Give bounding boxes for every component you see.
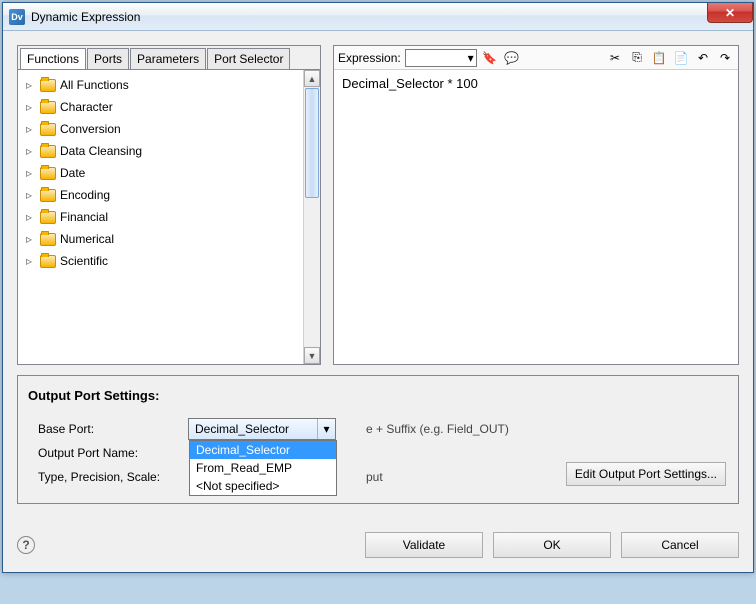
expand-icon[interactable]: ▹ bbox=[26, 100, 36, 114]
tree-item[interactable]: ▹ Numerical bbox=[20, 228, 301, 250]
type-precision-scale-label: Type, Precision, Scale: bbox=[28, 470, 188, 484]
tree-item-label: All Functions bbox=[60, 78, 129, 92]
expand-icon[interactable]: ▹ bbox=[26, 144, 36, 158]
expand-icon[interactable]: ▹ bbox=[26, 78, 36, 92]
left-panel: Functions Ports Parameters Port Selector… bbox=[17, 45, 321, 365]
tree-item-label: Data Cleansing bbox=[60, 144, 142, 158]
expression-editor[interactable]: Decimal_Selector * 100 bbox=[334, 70, 738, 364]
output-port-name-label: Output Port Name: bbox=[28, 446, 188, 460]
help-button[interactable]: ? bbox=[17, 536, 35, 554]
ok-button[interactable]: OK bbox=[493, 532, 611, 558]
tab-strip: Functions Ports Parameters Port Selector bbox=[18, 46, 320, 70]
tree-item-label: Encoding bbox=[60, 188, 110, 202]
expand-icon[interactable]: ▹ bbox=[26, 122, 36, 136]
paste-icon[interactable]: 📋 bbox=[651, 50, 667, 66]
undo-icon[interactable]: ↶ bbox=[695, 50, 711, 66]
base-port-row: Base Port: Decimal_Selector ▾ Decimal_Se… bbox=[28, 417, 728, 441]
tree-item[interactable]: ▹ Data Cleansing bbox=[20, 140, 301, 162]
tree-item[interactable]: ▹ Conversion bbox=[20, 118, 301, 140]
dropdown-option[interactable]: <Not specified> bbox=[190, 477, 336, 495]
expand-icon[interactable]: ▹ bbox=[26, 232, 36, 246]
splitter[interactable] bbox=[325, 45, 329, 365]
dialog-content: Functions Ports Parameters Port Selector… bbox=[3, 31, 753, 518]
tree-item-label: Numerical bbox=[60, 232, 114, 246]
tree-item-label: Character bbox=[60, 100, 113, 114]
folder-icon bbox=[40, 211, 56, 224]
tree-item-label: Date bbox=[60, 166, 85, 180]
tree-item-label: Financial bbox=[60, 210, 108, 224]
folder-icon bbox=[40, 145, 56, 158]
tag-icon[interactable]: 🔖 bbox=[482, 50, 498, 66]
folder-icon bbox=[40, 167, 56, 180]
tree-item[interactable]: ▹ Character bbox=[20, 96, 301, 118]
top-row: Functions Ports Parameters Port Selector… bbox=[17, 45, 739, 365]
expand-icon[interactable]: ▹ bbox=[26, 210, 36, 224]
clipboard-icon[interactable]: 📄 bbox=[673, 50, 689, 66]
tab-functions[interactable]: Functions bbox=[20, 48, 86, 69]
tree-item-label: Conversion bbox=[60, 122, 121, 136]
settings-title: Output Port Settings: bbox=[28, 388, 728, 403]
validate-button[interactable]: Validate bbox=[365, 532, 483, 558]
expression-label: Expression: bbox=[338, 51, 401, 65]
tree-item[interactable]: ▹ Encoding bbox=[20, 184, 301, 206]
expression-toolbar: Expression: ▾ 🔖 💬 ✂ ⎘ 📋 📄 ↶ ↷ bbox=[334, 46, 738, 70]
base-port-dropdown-list[interactable]: Decimal_Selector From_Read_EMP <Not spec… bbox=[189, 440, 337, 496]
folder-icon bbox=[40, 123, 56, 136]
folder-icon bbox=[40, 101, 56, 114]
output-port-settings-panel: Output Port Settings: Base Port: Decimal… bbox=[17, 375, 739, 504]
tab-parameters[interactable]: Parameters bbox=[130, 48, 206, 69]
redo-icon[interactable]: ↷ bbox=[717, 50, 733, 66]
chevron-down-icon: ▾ bbox=[468, 51, 474, 65]
close-button[interactable]: ✕ bbox=[707, 3, 753, 23]
dialog-window: Dv Dynamic Expression ✕ Functions Ports … bbox=[2, 2, 754, 573]
folder-icon bbox=[40, 189, 56, 202]
scroll-thumb[interactable] bbox=[305, 88, 319, 198]
folder-icon bbox=[40, 79, 56, 92]
tree-item[interactable]: ▹ Financial bbox=[20, 206, 301, 228]
cut-icon[interactable]: ✂ bbox=[607, 50, 623, 66]
titlebar[interactable]: Dv Dynamic Expression ✕ bbox=[3, 3, 753, 31]
expression-combo[interactable]: ▾ bbox=[405, 49, 477, 67]
expand-icon[interactable]: ▹ bbox=[26, 254, 36, 268]
copy-icon[interactable]: ⎘ bbox=[629, 50, 645, 66]
dropdown-option[interactable]: Decimal_Selector bbox=[190, 441, 336, 459]
scroll-track[interactable] bbox=[304, 199, 320, 347]
tab-port-selector[interactable]: Port Selector bbox=[207, 48, 290, 69]
expand-icon[interactable]: ▹ bbox=[26, 166, 36, 180]
tree-item[interactable]: ▹ All Functions bbox=[20, 74, 301, 96]
scroll-up-button[interactable]: ▲ bbox=[304, 70, 320, 87]
base-port-combo[interactable]: Decimal_Selector ▾ Decimal_Selector From… bbox=[188, 418, 336, 440]
right-panel: Expression: ▾ 🔖 💬 ✂ ⎘ 📋 📄 ↶ ↷ Decimal_Se… bbox=[333, 45, 739, 365]
folder-icon bbox=[40, 255, 56, 268]
vertical-scrollbar[interactable]: ▲ ▼ bbox=[303, 70, 320, 364]
app-icon: Dv bbox=[9, 9, 25, 25]
comment-icon[interactable]: 💬 bbox=[504, 50, 520, 66]
tree-item-label: Scientific bbox=[60, 254, 108, 268]
window-title: Dynamic Expression bbox=[31, 10, 140, 24]
cancel-button[interactable]: Cancel bbox=[621, 532, 739, 558]
tree-item[interactable]: ▹ Scientific bbox=[20, 250, 301, 272]
suffix-hint: e + Suffix (e.g. Field_OUT) bbox=[366, 422, 509, 436]
type-hint: put bbox=[366, 470, 383, 484]
tree-wrapper: ▹ All Functions ▹ Character ▹ Conversion ▹ D… bbox=[18, 70, 320, 364]
dialog-button-bar: ? Validate OK Cancel bbox=[3, 518, 753, 572]
base-port-value: Decimal_Selector bbox=[195, 422, 289, 436]
expand-icon[interactable]: ▹ bbox=[26, 188, 36, 202]
close-icon: ✕ bbox=[725, 6, 735, 20]
edit-output-port-settings-button[interactable]: Edit Output Port Settings... bbox=[566, 462, 726, 486]
tab-ports[interactable]: Ports bbox=[87, 48, 129, 69]
scroll-down-button[interactable]: ▼ bbox=[304, 347, 320, 364]
chevron-down-icon[interactable]: ▾ bbox=[317, 419, 335, 439]
tree-item[interactable]: ▹ Date bbox=[20, 162, 301, 184]
function-tree[interactable]: ▹ All Functions ▹ Character ▹ Conversion ▹ D… bbox=[18, 70, 303, 364]
base-port-label: Base Port: bbox=[28, 422, 188, 436]
dropdown-option[interactable]: From_Read_EMP bbox=[190, 459, 336, 477]
folder-icon bbox=[40, 233, 56, 246]
